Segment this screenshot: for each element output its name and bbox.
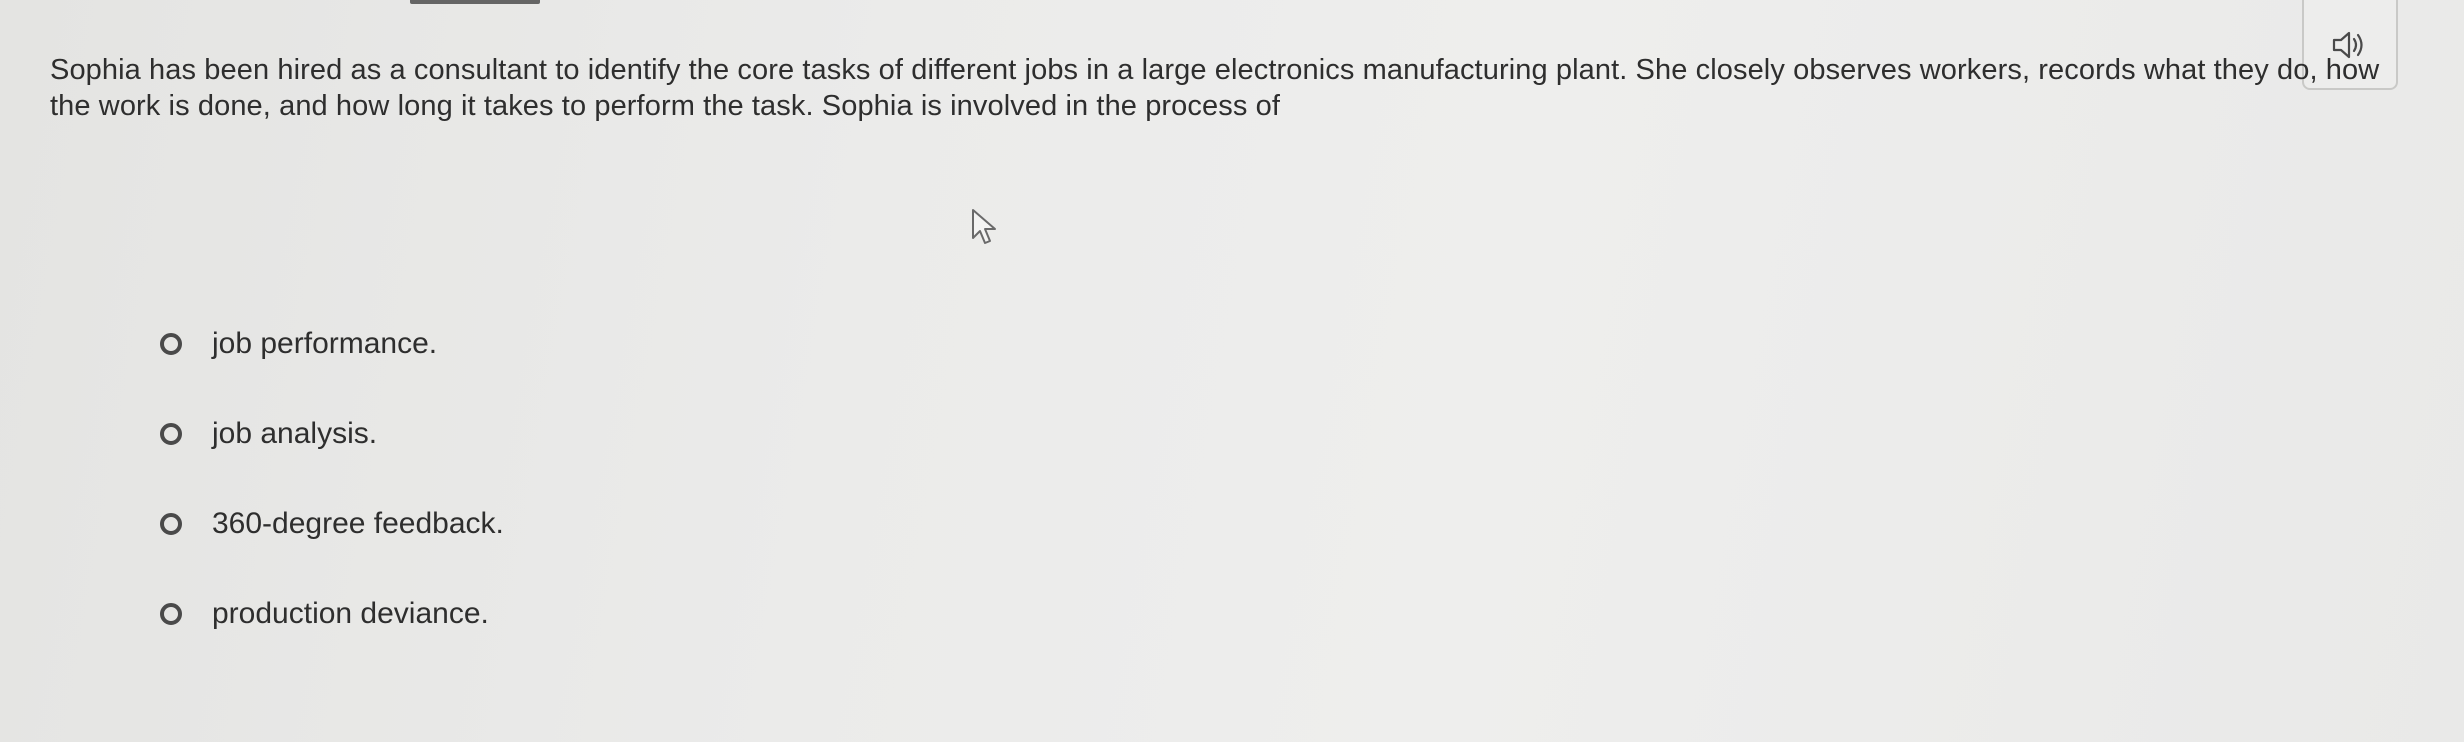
radio-button[interactable] xyxy=(160,333,182,355)
option-label: job analysis. xyxy=(212,417,378,450)
radio-button[interactable] xyxy=(160,513,182,535)
radio-button[interactable] xyxy=(160,603,182,625)
option-job-performance[interactable]: job performance. xyxy=(160,326,504,362)
mouse-cursor-icon xyxy=(972,209,996,244)
option-360-degree-feedback[interactable]: 360-degree feedback. xyxy=(160,506,504,542)
option-label: production deviance. xyxy=(212,597,489,630)
option-production-deviance[interactable]: production deviance. xyxy=(160,596,504,632)
question-text: Sophia has been hired as a consultant to… xyxy=(50,54,2380,122)
previous-content-edge xyxy=(410,0,540,4)
option-job-analysis[interactable]: job analysis. xyxy=(160,416,504,452)
answer-options: job performance. job analysis. 360-degre… xyxy=(160,326,504,686)
option-label: 360-degree feedback. xyxy=(212,507,504,540)
radio-button[interactable] xyxy=(160,423,182,445)
option-label: job performance. xyxy=(212,327,438,360)
